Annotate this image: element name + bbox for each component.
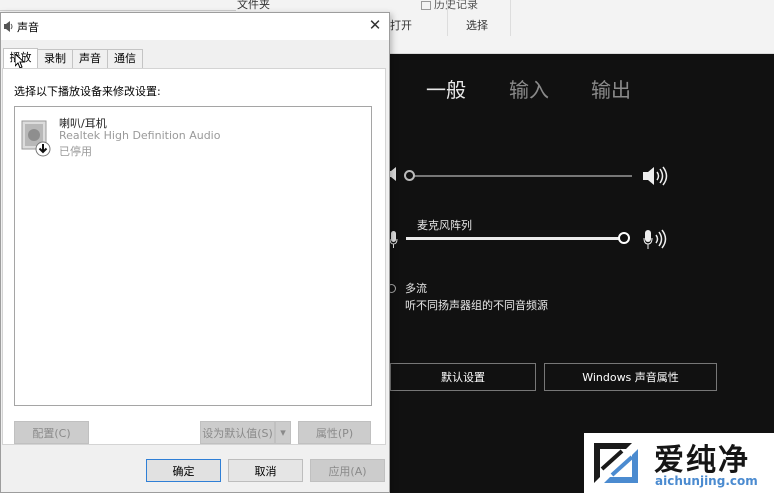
tab-output[interactable]: 输出	[591, 74, 631, 103]
sound-dialog: 声音 ✕ 播放 录制 声音 通信 选择以下播放设备来修改设置: 喇叭/耳机 Re…	[0, 12, 390, 493]
ok-button[interactable]: 确定	[146, 459, 221, 482]
speaker-loud-icon	[643, 166, 668, 186]
tab-general[interactable]: 一般	[426, 74, 466, 103]
device-list[interactable]: 喇叭/耳机 Realtek High Definition Audio 已停用	[14, 106, 372, 406]
ribbon-separator	[447, 0, 448, 36]
ribbon-history-label: 历史记录	[434, 0, 478, 11]
brand-logo-icon	[594, 443, 638, 483]
history-icon	[421, 0, 431, 10]
mic-volume-knob[interactable]	[618, 232, 630, 244]
dialog-title: 声音	[17, 21, 39, 34]
apply-button[interactable]: 应用(A)	[310, 459, 385, 482]
ribbon-folder-label: 文件夹	[237, 0, 270, 11]
close-icon[interactable]: ✕	[366, 16, 384, 34]
default-settings-button[interactable]: 默认设置	[390, 363, 536, 391]
output-volume-knob[interactable]	[404, 170, 415, 181]
multi-stream-description: 听不同扬声器组的不同音频源	[405, 299, 548, 312]
ribbon-open-group-label: 打开	[390, 19, 412, 32]
set-default-dropdown-icon[interactable]: ▾	[275, 421, 291, 444]
device-driver: Realtek High Definition Audio	[59, 129, 221, 142]
configure-button[interactable]: 配置(C)	[14, 421, 89, 444]
set-default-button[interactable]: 设为默认值(S)	[200, 421, 275, 444]
mic-volume-slider[interactable]	[406, 237, 628, 240]
windows-sound-properties-button[interactable]: Windows 声音属性	[544, 363, 717, 391]
tab-communications[interactable]: 通信	[107, 49, 143, 69]
speaker-device-icon	[21, 120, 51, 157]
multi-stream-label: 多流	[405, 282, 427, 295]
microphone-loud-icon	[643, 229, 667, 249]
dialog-titlebar[interactable]: 声音 ✕	[1, 13, 389, 40]
watermark-brand: 爱纯净	[654, 443, 750, 478]
speaker-icon	[4, 21, 13, 32]
microphone-icon	[389, 231, 398, 248]
playback-panel: 选择以下播放设备来修改设置: 喇叭/耳机 Realtek High Defini…	[2, 68, 386, 445]
watermark-url: aichunjing.com	[655, 474, 758, 488]
audio-settings-panel: 一般 输入 输出 麦克风阵列 多流 听不同扬声器组的不同音频源 默认设置 Win…	[384, 54, 774, 493]
device-status: 已停用	[59, 145, 92, 158]
ribbon-select-group-label: 选择	[466, 19, 488, 32]
cancel-button[interactable]: 取消	[228, 459, 303, 482]
instruction-text: 选择以下播放设备来修改设置:	[14, 85, 161, 98]
tab-recording[interactable]: 录制	[37, 49, 73, 69]
ribbon-history-button[interactable]: 历史记录	[421, 0, 478, 12]
watermark: 爱纯净 aichunjing.com	[584, 433, 774, 493]
tab-input[interactable]: 输入	[509, 74, 549, 103]
ribbon-separator	[510, 0, 511, 36]
mic-array-label: 麦克风阵列	[417, 219, 472, 232]
tab-sounds[interactable]: 声音	[72, 49, 108, 69]
properties-button[interactable]: 属性(P)	[298, 421, 371, 444]
ribbon-divider	[0, 10, 236, 11]
output-volume-slider[interactable]	[406, 175, 632, 177]
